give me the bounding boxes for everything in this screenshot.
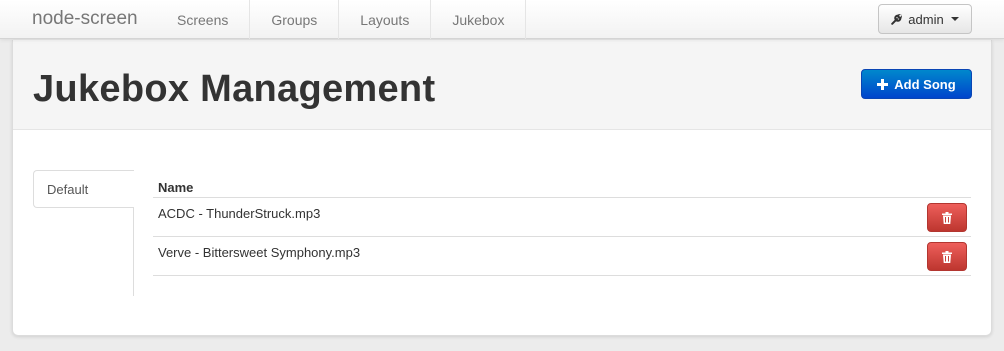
navbar: node-screen Screens Groups Layouts Jukeb… xyxy=(0,0,1004,39)
page-title: Jukebox Management xyxy=(33,68,436,110)
column-header-name: Name xyxy=(153,173,971,198)
plus-icon xyxy=(877,78,889,90)
playlist-tabs: Default xyxy=(33,170,134,296)
delete-song-button[interactable] xyxy=(927,242,967,271)
add-song-label: Add Song xyxy=(894,76,956,92)
add-song-button[interactable]: Add Song xyxy=(861,69,972,99)
page-header: Jukebox Management Add Song xyxy=(13,40,991,130)
wrench-icon xyxy=(891,14,903,25)
nav-item-layouts[interactable]: Layouts xyxy=(339,0,432,39)
tab-default[interactable]: Default xyxy=(33,170,134,208)
song-name: ACDC - ThunderStruck.mp3 xyxy=(158,206,321,221)
main-panel: Jukebox Management Add Song Default Name… xyxy=(12,40,992,336)
songs-table: Name ACDC - ThunderStruck.mp3 Verve - Bi… xyxy=(153,173,971,276)
table-row: Verve - Bittersweet Symphony.mp3 xyxy=(153,237,971,276)
user-menu-label: admin xyxy=(908,11,944,27)
song-name: Verve - Bittersweet Symphony.mp3 xyxy=(158,245,361,260)
nav-item-groups[interactable]: Groups xyxy=(250,0,340,39)
user-menu-button[interactable]: admin xyxy=(878,4,972,34)
nav-item-screens[interactable]: Screens xyxy=(155,0,251,39)
trash-icon xyxy=(942,250,952,263)
delete-song-button[interactable] xyxy=(927,203,967,232)
brand[interactable]: node-screen xyxy=(32,8,138,30)
nav-menu: Screens Groups Layouts Jukebox xyxy=(155,0,527,39)
table-row: ACDC - ThunderStruck.mp3 xyxy=(153,198,971,237)
nav-item-jukebox[interactable]: Jukebox xyxy=(431,0,527,39)
trash-icon xyxy=(942,211,952,224)
caret-down-icon xyxy=(950,17,959,21)
